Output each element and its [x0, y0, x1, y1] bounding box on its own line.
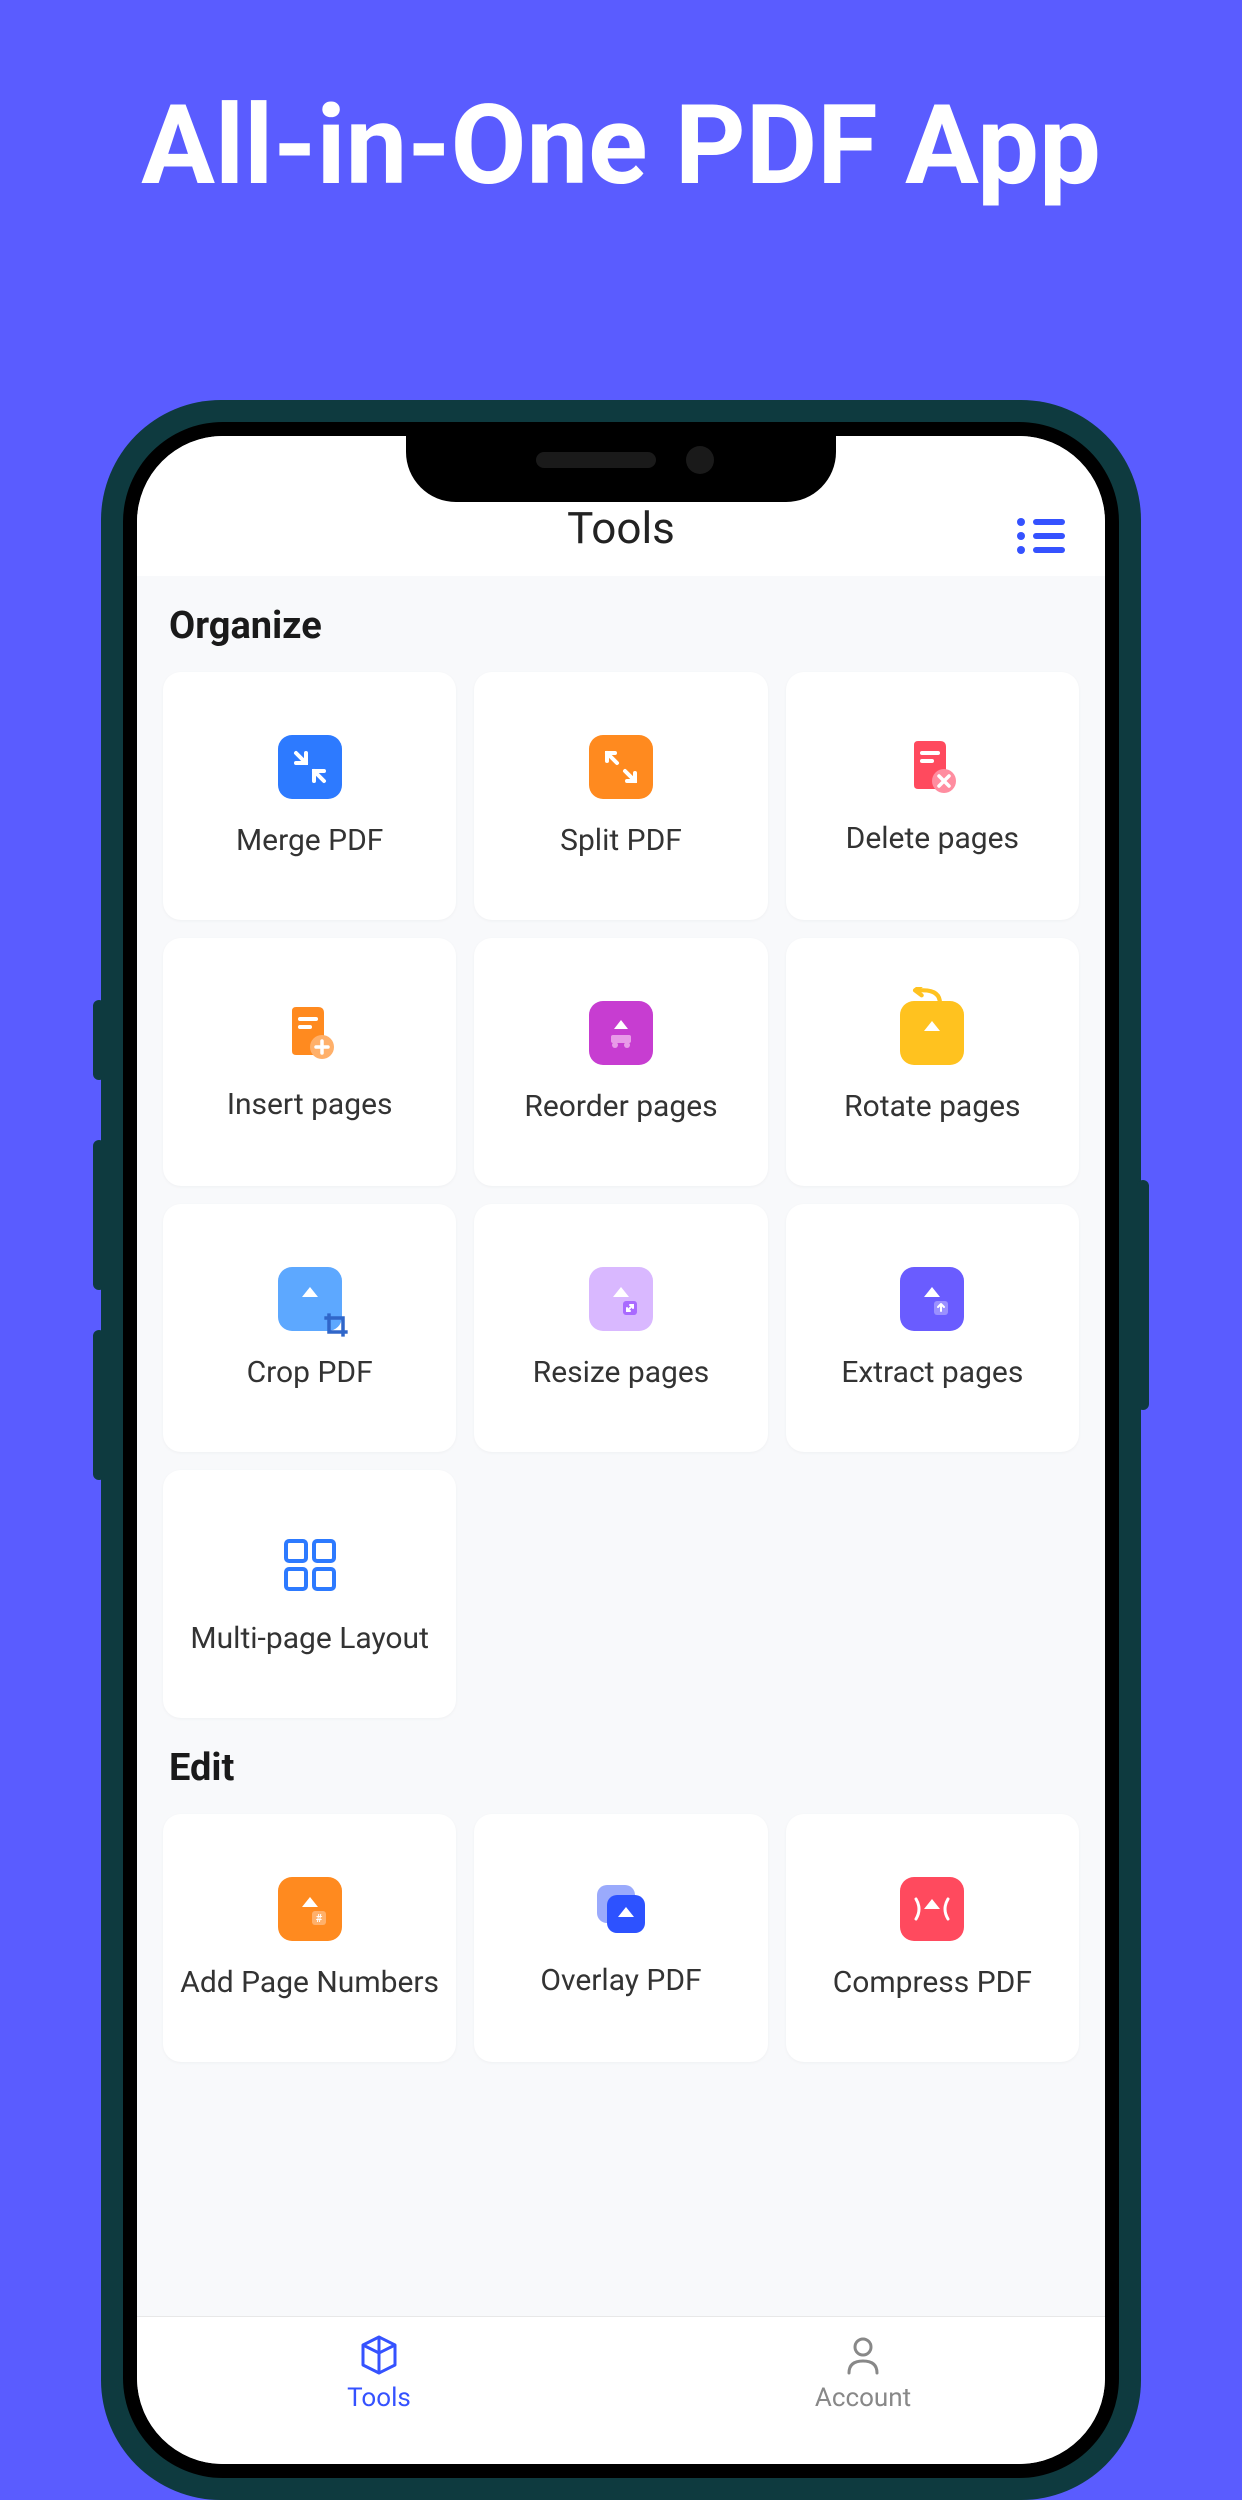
tool-reorder-pages[interactable]: Reorder pages: [474, 938, 767, 1186]
tool-label: Merge PDF: [236, 823, 383, 858]
edit-grid: # Add Page Numbers Overlay PDF: [163, 1814, 1079, 2062]
person-icon: [841, 2333, 885, 2377]
tool-compress-pdf[interactable]: Compress PDF: [786, 1814, 1079, 2062]
phone-side-button: [93, 1000, 105, 1080]
rotate-icon: [900, 1001, 964, 1065]
tool-label: Extract pages: [841, 1355, 1023, 1390]
tool-overlay-pdf[interactable]: Overlay PDF: [474, 1814, 767, 2062]
tool-extract-pages[interactable]: Extract pages: [786, 1204, 1079, 1452]
tool-split-pdf[interactable]: Split PDF: [474, 672, 767, 920]
tool-rotate-pages[interactable]: Rotate pages: [786, 938, 1079, 1186]
content-scroll[interactable]: Organize Merge PDF Split PDF: [137, 576, 1105, 2316]
resize-icon: [589, 1267, 653, 1331]
page-title: Tools: [567, 502, 675, 554]
extract-icon: [900, 1267, 964, 1331]
tool-merge-pdf[interactable]: Merge PDF: [163, 672, 456, 920]
phone-side-button: [93, 1330, 105, 1480]
insert-pages-icon: [280, 1003, 340, 1063]
tool-label: Crop PDF: [247, 1355, 373, 1390]
tool-label: Insert pages: [227, 1087, 393, 1122]
merge-icon: [278, 735, 342, 799]
grid-layout-icon: [278, 1533, 342, 1597]
overlay-icon: [591, 1879, 651, 1939]
delete-pages-icon: [902, 737, 962, 797]
organize-grid: Merge PDF Split PDF Delete pages: [163, 672, 1079, 1718]
reorder-icon: [589, 1001, 653, 1065]
tool-insert-pages[interactable]: Insert pages: [163, 938, 456, 1186]
marketing-headline: All-in-One PDF App: [0, 0, 1242, 212]
tab-bar: Tools Account: [137, 2316, 1105, 2464]
tool-label: Rotate pages: [844, 1089, 1020, 1124]
tool-label: Delete pages: [846, 821, 1019, 856]
tool-label: Add Page Numbers: [180, 1965, 439, 2000]
list-view-toggle-button[interactable]: [1017, 518, 1065, 554]
tool-label: Resize pages: [533, 1355, 710, 1390]
tab-label: Account: [815, 2383, 911, 2413]
tool-multipage-layout[interactable]: Multi-page Layout: [163, 1470, 456, 1718]
page-numbers-icon: #: [278, 1877, 342, 1941]
phone-notch: [406, 422, 836, 502]
tool-label: Overlay PDF: [540, 1963, 701, 1998]
phone-frame: Tools Organize Merge PDF: [101, 400, 1141, 2500]
split-icon: [589, 735, 653, 799]
tab-label: Tools: [347, 2383, 411, 2413]
tool-label: Split PDF: [560, 823, 682, 858]
tool-delete-pages[interactable]: Delete pages: [786, 672, 1079, 920]
section-title-edit: Edit: [169, 1746, 1079, 1790]
tool-label: Reorder pages: [524, 1089, 717, 1124]
compress-icon: [900, 1877, 964, 1941]
cube-icon: [357, 2333, 401, 2377]
app-screen: Tools Organize Merge PDF: [137, 436, 1105, 2464]
tab-account[interactable]: Account: [621, 2317, 1105, 2464]
section-title-organize: Organize: [169, 604, 1079, 648]
tool-resize-pages[interactable]: Resize pages: [474, 1204, 767, 1452]
tool-crop-pdf[interactable]: Crop PDF: [163, 1204, 456, 1452]
svg-text:#: #: [315, 1912, 322, 1925]
tool-add-page-numbers[interactable]: # Add Page Numbers: [163, 1814, 456, 2062]
tab-tools[interactable]: Tools: [137, 2317, 621, 2464]
tool-label: Compress PDF: [833, 1965, 1032, 2000]
phone-side-button: [93, 1140, 105, 1290]
crop-icon: [278, 1267, 342, 1331]
tool-label: Multi-page Layout: [190, 1621, 428, 1656]
phone-side-button: [1137, 1180, 1149, 1410]
